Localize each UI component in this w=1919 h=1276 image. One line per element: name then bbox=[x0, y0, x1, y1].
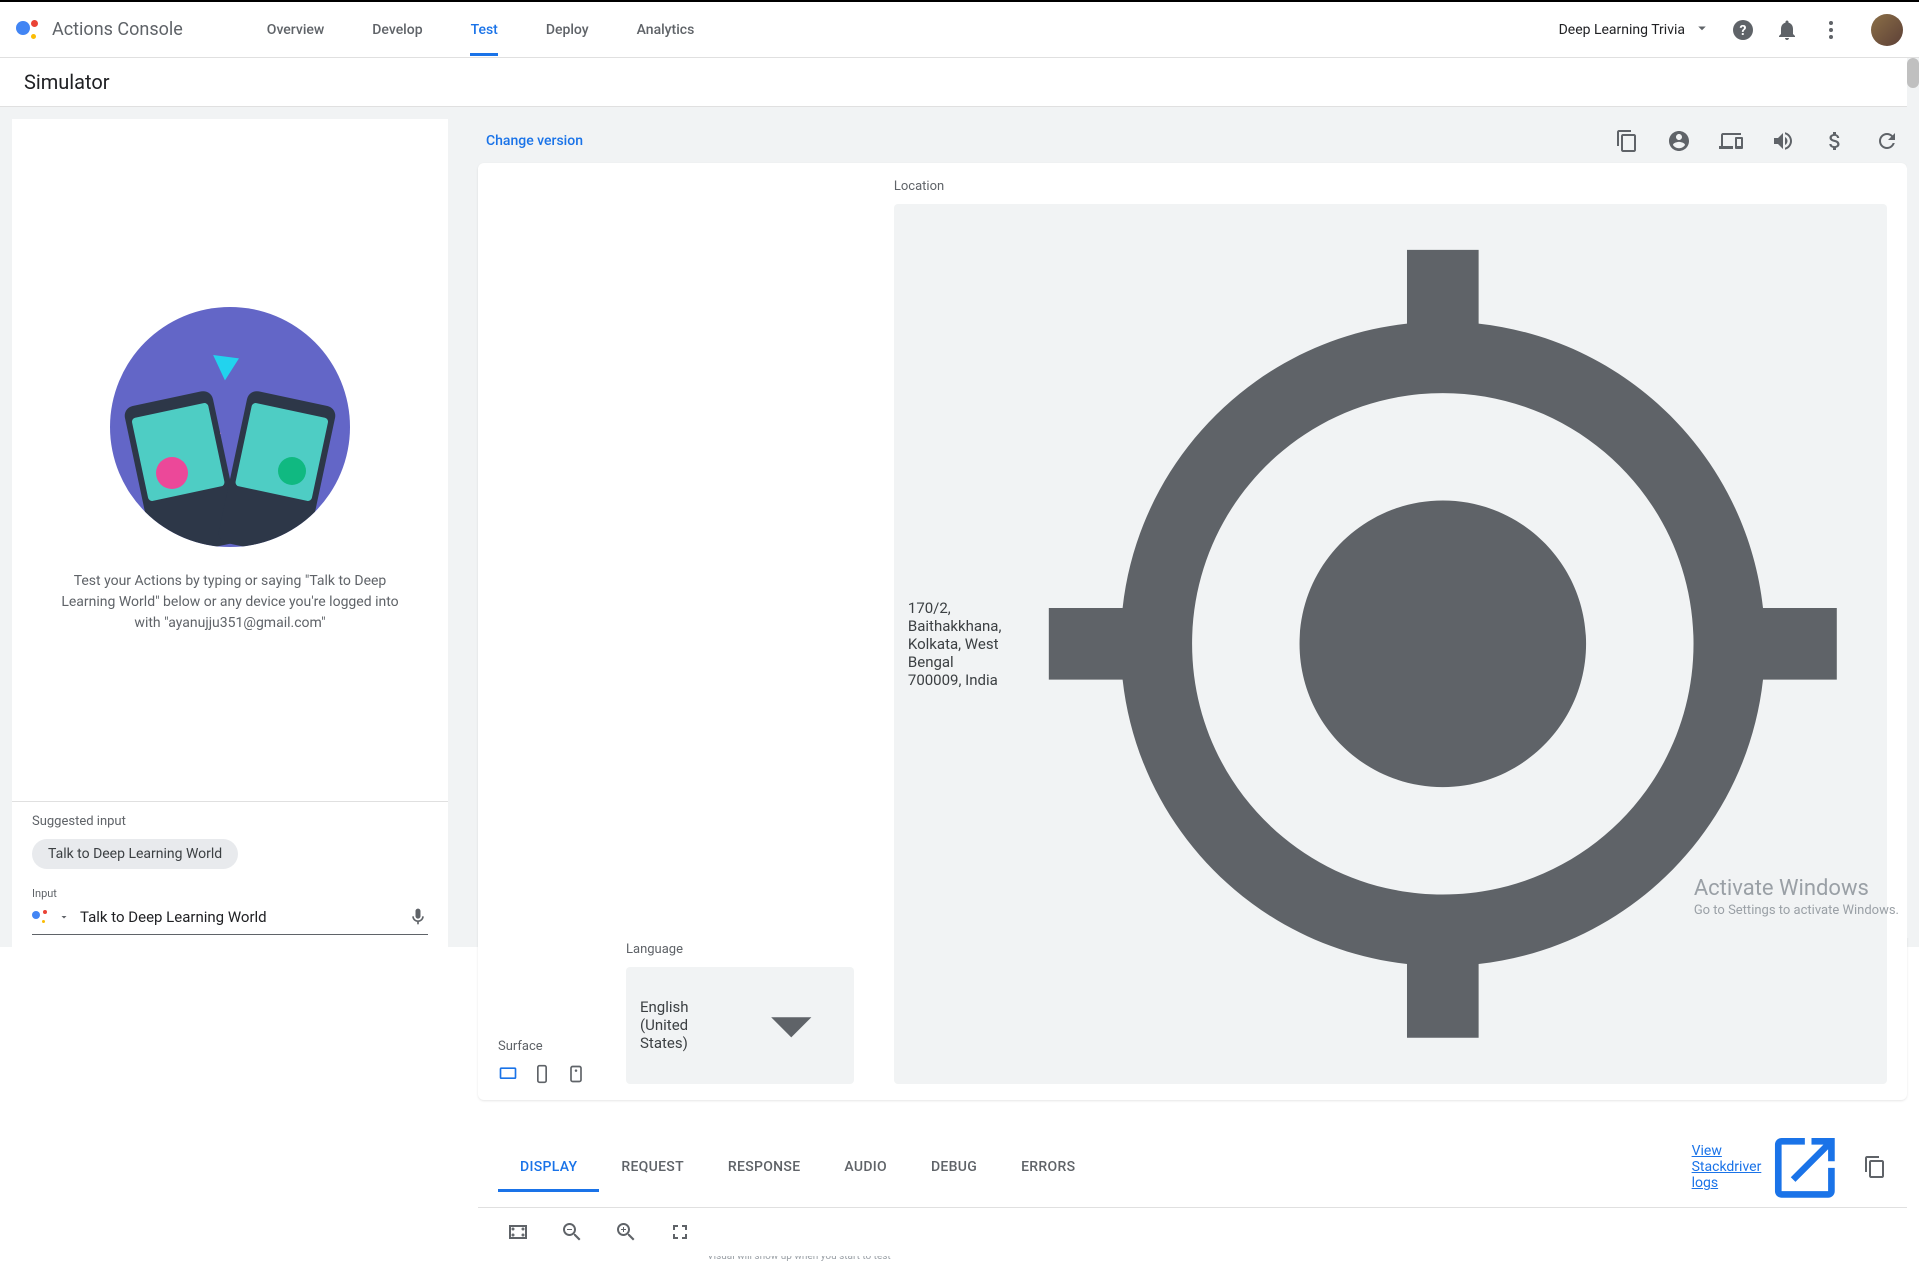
change-version-link[interactable]: Change version bbox=[486, 133, 583, 149]
display-area: Visual will show up when you start to te… bbox=[478, 1256, 1907, 1276]
language-value: English (United States) bbox=[640, 998, 713, 1052]
assistant-logo-icon bbox=[16, 18, 40, 42]
stackdriver-link[interactable]: View Stackdriver logs bbox=[1692, 1128, 1845, 1208]
copy-icon[interactable] bbox=[1615, 129, 1639, 153]
svg-text:?: ? bbox=[1740, 23, 1747, 39]
sub-tab-debug[interactable]: DEBUG bbox=[909, 1143, 999, 1191]
zoom-in-icon[interactable] bbox=[614, 1220, 638, 1244]
location-group: Location 170/2, Baithakkhana, Kolkata, W… bbox=[894, 179, 1887, 1084]
settings-card: Surface Language bbox=[478, 163, 1907, 1100]
instructions-text: Test your Actions by typing or saying "T… bbox=[42, 571, 418, 634]
volume-icon[interactable] bbox=[1771, 129, 1795, 153]
more-vert-icon[interactable] bbox=[1819, 18, 1843, 42]
copy-all-icon[interactable] bbox=[1863, 1155, 1887, 1179]
mic-icon[interactable] bbox=[408, 907, 428, 927]
simulator-panel: Test your Actions by typing or saying "T… bbox=[12, 119, 448, 947]
help-icon[interactable]: ? bbox=[1731, 18, 1755, 42]
input-label: Input bbox=[32, 887, 428, 900]
surface-phone-icon[interactable] bbox=[532, 1064, 552, 1084]
scroll-thumb[interactable] bbox=[1907, 58, 1919, 88]
tab-overview[interactable]: Overview bbox=[243, 4, 348, 56]
main-content: Test your Actions by typing or saying "T… bbox=[0, 107, 1919, 947]
suggested-chip[interactable]: Talk to Deep Learning World bbox=[32, 839, 238, 869]
zoom-out-icon[interactable] bbox=[560, 1220, 584, 1244]
surface-display-icon[interactable] bbox=[498, 1064, 518, 1084]
header-right: Deep Learning Trivia ? bbox=[1559, 14, 1903, 46]
main-header: Actions Console Overview Develop Test De… bbox=[0, 2, 1919, 58]
fullscreen-icon[interactable] bbox=[668, 1220, 692, 1244]
tab-test[interactable]: Test bbox=[447, 4, 522, 56]
results-tabs: DISPLAY REQUEST RESPONSE AUDIO DEBUG ERR… bbox=[478, 1128, 1907, 1209]
sub-tab-display[interactable]: DISPLAY bbox=[498, 1143, 599, 1191]
nav-tabs: Overview Develop Test Deploy Analytics bbox=[243, 4, 718, 56]
language-group: Language English (United States) bbox=[626, 942, 854, 1084]
user-icon[interactable] bbox=[1667, 129, 1691, 153]
surface-speaker-icon[interactable] bbox=[566, 1064, 586, 1084]
preview-area: Test your Actions by typing or saying "T… bbox=[12, 119, 448, 801]
tab-analytics[interactable]: Analytics bbox=[613, 4, 719, 56]
page-title: Simulator bbox=[0, 58, 1919, 107]
assistant-mini-icon bbox=[32, 909, 48, 925]
fit-screen-icon[interactable] bbox=[506, 1220, 530, 1244]
preview-illustration bbox=[110, 307, 350, 547]
logo-section: Actions Console bbox=[16, 18, 183, 42]
sub-tab-request[interactable]: REQUEST bbox=[599, 1143, 706, 1191]
chevron-down-icon bbox=[743, 977, 840, 1074]
input-section: Input bbox=[12, 879, 448, 947]
chevron-down-icon bbox=[1693, 19, 1711, 41]
refresh-icon[interactable] bbox=[1875, 129, 1899, 153]
toolbar-top: Change version bbox=[478, 119, 1907, 163]
language-label: Language bbox=[626, 942, 854, 957]
project-selector[interactable]: Deep Learning Trivia bbox=[1559, 19, 1711, 41]
canvas-placeholder: Visual will show up when you start to te… bbox=[707, 1256, 890, 1262]
scrollbar[interactable] bbox=[1907, 58, 1919, 938]
surface-label: Surface bbox=[498, 1039, 586, 1054]
open-in-new-icon bbox=[1765, 1128, 1845, 1208]
product-name: Actions Console bbox=[52, 19, 183, 40]
sub-tab-audio[interactable]: AUDIO bbox=[822, 1143, 909, 1191]
stackdriver-label: View Stackdriver logs bbox=[1692, 1143, 1762, 1191]
tab-develop[interactable]: Develop bbox=[348, 4, 446, 56]
debug-panel: Change version bbox=[448, 119, 1907, 947]
sub-tab-response[interactable]: RESPONSE bbox=[706, 1143, 823, 1191]
dollar-icon[interactable] bbox=[1823, 129, 1847, 153]
location-value: 170/2, Baithakkhana, Kolkata, West Benga… bbox=[908, 599, 1002, 689]
user-avatar[interactable] bbox=[1871, 14, 1903, 46]
location-label: Location bbox=[894, 179, 1887, 194]
display-toolbar bbox=[478, 1208, 1907, 1256]
notifications-icon[interactable] bbox=[1775, 18, 1799, 42]
toolbar-icons bbox=[1615, 129, 1899, 153]
devices-icon[interactable] bbox=[1719, 129, 1743, 153]
query-input[interactable] bbox=[80, 904, 398, 930]
suggested-label: Suggested input bbox=[32, 814, 428, 829]
sub-tab-errors[interactable]: ERRORS bbox=[999, 1143, 1097, 1191]
language-select[interactable]: English (United States) bbox=[626, 967, 854, 1084]
surface-group: Surface bbox=[498, 1039, 586, 1084]
suggested-section: Suggested input Talk to Deep Learning Wo… bbox=[12, 801, 448, 879]
input-row bbox=[32, 904, 428, 935]
project-name: Deep Learning Trivia bbox=[1559, 22, 1685, 38]
tab-deploy[interactable]: Deploy bbox=[522, 4, 613, 56]
location-input[interactable]: 170/2, Baithakkhana, Kolkata, West Benga… bbox=[894, 204, 1887, 1084]
locate-icon[interactable] bbox=[1013, 214, 1873, 1074]
input-dropdown-icon[interactable] bbox=[58, 908, 70, 927]
